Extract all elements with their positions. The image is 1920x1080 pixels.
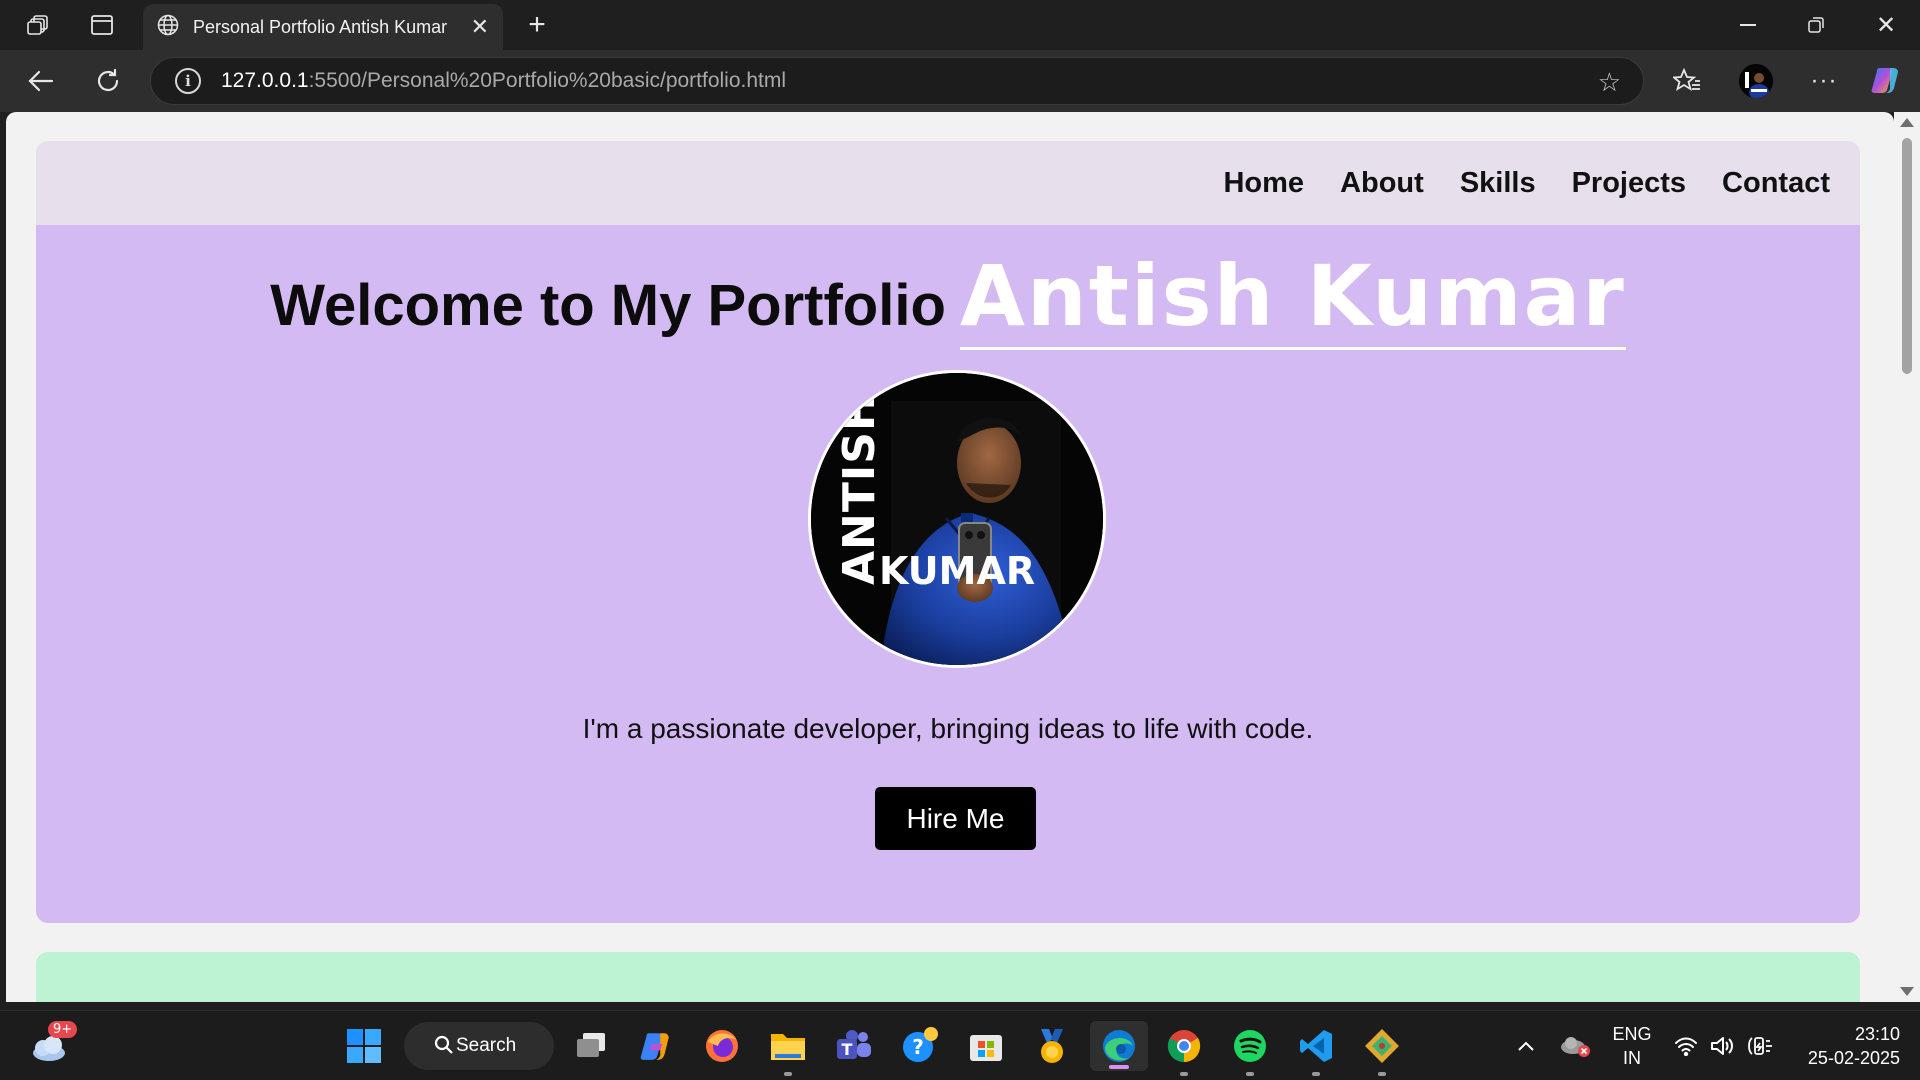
git-tool-icon[interactable]	[1362, 1026, 1402, 1076]
scroll-up-arrow-icon[interactable]	[1900, 118, 1914, 127]
vertical-scrollbar[interactable]	[1894, 112, 1920, 1002]
hero-title: Welcome to My Portfolio Antish Kumar	[36, 247, 1860, 350]
show-hidden-icons-chevron[interactable]	[1508, 1026, 1544, 1066]
copilot-app-icon[interactable]	[636, 1026, 676, 1066]
scroll-down-arrow-icon[interactable]	[1900, 987, 1914, 996]
running-indicator	[784, 1072, 792, 1076]
avatar-vertical-text: ANTISH	[834, 393, 885, 585]
teams-icon[interactable]: T	[834, 1026, 874, 1066]
search-label: Search	[456, 1035, 517, 1056]
get-help-icon[interactable]: ?	[900, 1026, 940, 1066]
address-bar[interactable]: i 127.0.0.1:5500/Personal%20Portfolio%20…	[150, 57, 1644, 105]
active-indicator	[1109, 1065, 1129, 1069]
workspaces-icon[interactable]	[22, 10, 54, 40]
profile-avatar[interactable]	[1739, 64, 1773, 98]
task-view-icon[interactable]	[571, 1026, 611, 1066]
search-icon	[434, 1035, 454, 1061]
active-tab[interactable]: Personal Portfolio Antish Kumar ✕	[143, 4, 503, 50]
site-navbar: Home About Skills Projects Contact	[36, 141, 1860, 225]
restore-icon[interactable]	[1798, 10, 1834, 40]
rewards-medal-icon[interactable]	[1032, 1026, 1072, 1066]
running-indicator	[1246, 1072, 1254, 1076]
hero-section: Welcome to My Portfolio Antish Kumar ANT…	[36, 225, 1860, 923]
minimize-icon[interactable]	[1730, 10, 1766, 40]
favorite-star-icon[interactable]: ☆	[1598, 67, 1621, 98]
browser-toolbar: i 127.0.0.1:5500/Personal%20Portfolio%20…	[0, 50, 1920, 112]
favorites-icon[interactable]	[1670, 65, 1704, 97]
chrome-icon[interactable]	[1164, 1026, 1204, 1076]
weather-badge: 9+	[48, 1021, 78, 1038]
weather-widget-icon[interactable]: 9+	[26, 1021, 78, 1067]
edge-browser-icon[interactable]	[1090, 1021, 1148, 1071]
site-info-icon[interactable]: i	[175, 68, 201, 94]
profile-photo: ANTISH KUMAR	[808, 370, 1106, 668]
hero-tagline: I'm a passionate developer, bringing ide…	[582, 713, 1314, 744]
windows-taskbar: 9+ Search T ? ENG IN 23:10 25-02-2025	[0, 1010, 1920, 1080]
nav-links: Home About Skills Projects Contact	[1223, 141, 1830, 225]
firefox-icon[interactable]	[702, 1026, 742, 1066]
battery-charging-icon[interactable]	[1742, 1026, 1778, 1066]
clock[interactable]: 23:10 25-02-2025	[1790, 1022, 1900, 1070]
copilot-icon[interactable]	[1868, 62, 1904, 98]
vscode-icon[interactable]	[1296, 1026, 1336, 1076]
close-window-icon[interactable]: ✕	[1868, 10, 1904, 40]
spotify-icon[interactable]	[1230, 1026, 1270, 1076]
input-language-indicator[interactable]: ENG IN	[1606, 1022, 1658, 1070]
browser-tab-bar: Personal Portfolio Antish Kumar ✕ + ✕	[0, 0, 1920, 50]
new-tab-icon[interactable]: +	[522, 8, 552, 41]
svg-text:?: ?	[912, 1035, 924, 1059]
onedrive-error-icon[interactable]	[1555, 1026, 1595, 1066]
hire-me-button[interactable]: Hire Me	[875, 787, 1036, 850]
language-code: ENG	[1612, 1024, 1652, 1044]
volume-icon[interactable]	[1706, 1026, 1738, 1066]
url-host: 127.0.0.1	[221, 69, 309, 92]
tab-actions-icon[interactable]	[86, 10, 118, 40]
tab-title: Personal Portfolio Antish Kumar	[193, 16, 448, 37]
nav-link-home[interactable]: Home	[1223, 167, 1304, 200]
running-indicator	[1378, 1072, 1386, 1076]
back-icon[interactable]	[24, 65, 58, 97]
reload-icon[interactable]	[92, 65, 124, 97]
running-indicator	[1180, 1072, 1188, 1076]
region-code: IN	[1623, 1048, 1641, 1068]
more-options-icon[interactable]: ···	[1808, 65, 1840, 97]
taskbar-search-box[interactable]: Search	[404, 1022, 554, 1070]
nav-link-contact[interactable]: Contact	[1722, 167, 1830, 200]
file-explorer-icon[interactable]	[768, 1026, 808, 1076]
svg-text:T: T	[842, 1040, 853, 1059]
page-viewport: Home About Skills Projects Contact Welco…	[6, 112, 1894, 1002]
wifi-icon[interactable]	[1670, 1026, 1702, 1066]
welcome-text: Welcome to My Portfolio	[270, 273, 946, 338]
nav-link-about[interactable]: About	[1340, 167, 1424, 200]
nav-link-skills[interactable]: Skills	[1460, 167, 1536, 200]
clock-time: 23:10	[1854, 1024, 1900, 1044]
next-section	[36, 952, 1860, 1002]
nav-link-projects[interactable]: Projects	[1572, 167, 1686, 200]
owner-name: Antish Kumar	[959, 247, 1626, 350]
url-path: :5500/Personal%20Portfolio%20basic/portf…	[308, 69, 787, 92]
start-windows-icon[interactable]	[344, 1026, 384, 1066]
clock-date: 25-02-2025	[1807, 1048, 1900, 1068]
microsoft-store-icon[interactable]	[966, 1026, 1006, 1066]
scroll-thumb[interactable]	[1902, 138, 1912, 374]
avatar-horizontal-text: KUMAR	[879, 549, 1035, 593]
globe-icon	[157, 14, 179, 41]
close-tab-icon[interactable]: ✕	[471, 14, 489, 40]
running-indicator	[1312, 1072, 1320, 1076]
